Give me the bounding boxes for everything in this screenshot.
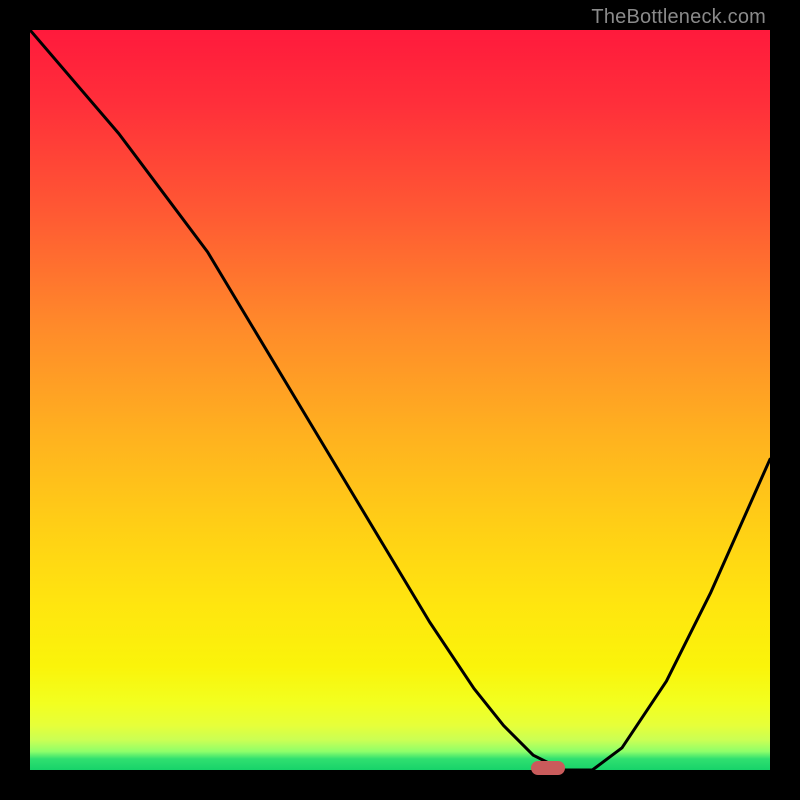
plot-area [30, 30, 770, 770]
curve-path [30, 30, 770, 770]
bottleneck-curve [30, 30, 770, 770]
optimal-marker [531, 761, 565, 775]
watermark-text: TheBottleneck.com [591, 6, 766, 29]
chart-frame: TheBottleneck.com [0, 0, 800, 800]
